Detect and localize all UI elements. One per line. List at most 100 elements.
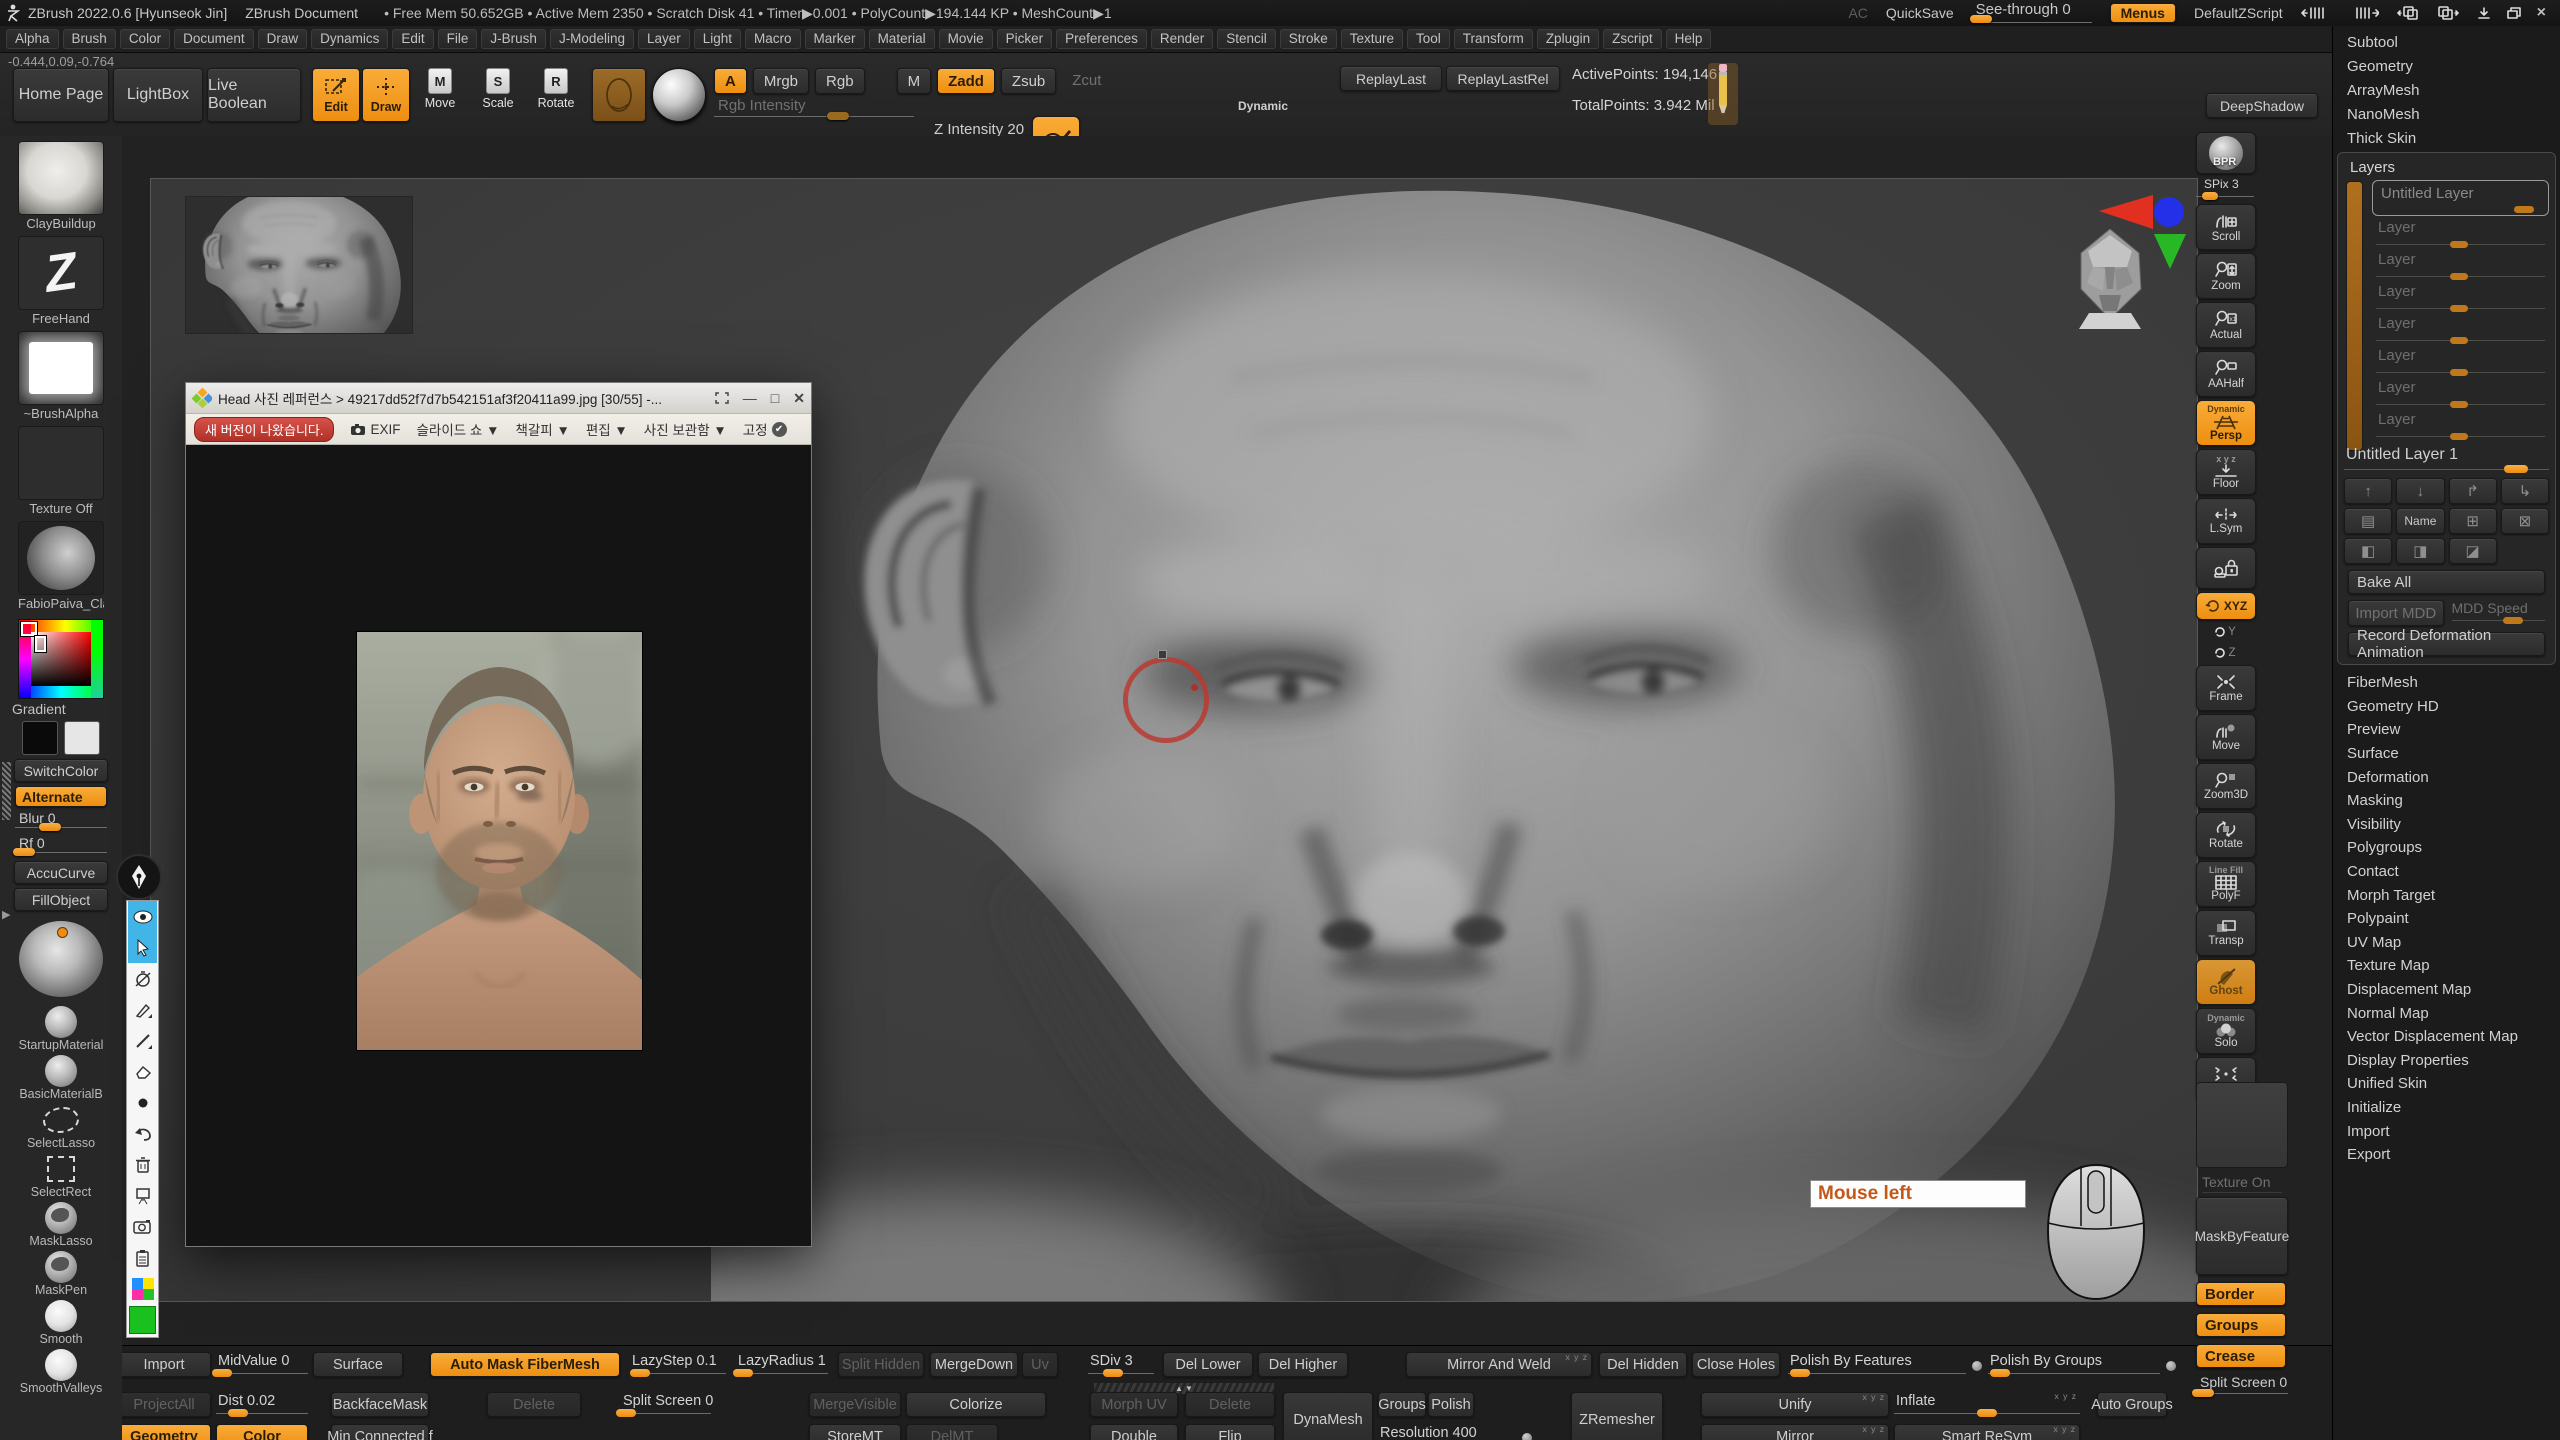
- paste-doc-icon[interactable]: [2437, 5, 2459, 21]
- exif-button[interactable]: EXIF: [350, 422, 400, 437]
- bake-all-button[interactable]: Bake All: [2348, 570, 2545, 594]
- menu-item[interactable]: Alpha: [6, 29, 59, 49]
- redo-history-icon[interactable]: [2349, 6, 2379, 20]
- zoom3d-button[interactable]: Zoom3D: [2196, 763, 2256, 809]
- replay-last-rel-button[interactable]: ReplayLastRel: [1446, 66, 1560, 91]
- copy-doc-icon[interactable]: [2397, 5, 2419, 21]
- z-rotation-button[interactable]: Z: [2196, 644, 2254, 662]
- rotate-mode-button[interactable]: R Rotate: [530, 68, 582, 120]
- color-picker[interactable]: [18, 619, 104, 699]
- layer-row-selected[interactable]: Untitled Layer: [2372, 180, 2549, 216]
- palette-section[interactable]: Displacement Map: [2333, 978, 2560, 1002]
- tool-control[interactable]: Groups: [1378, 1392, 1426, 1417]
- tool-control[interactable]: MergeVisible: [809, 1392, 901, 1417]
- menu-item[interactable]: Layer: [638, 29, 690, 49]
- secondary-color-swatch[interactable]: [64, 721, 100, 755]
- pencil-widget[interactable]: [1708, 63, 1738, 125]
- actual-button[interactable]: x1Actual: [2196, 302, 2256, 348]
- layer-action-button[interactable]: ↱: [2449, 478, 2497, 504]
- palette-section[interactable]: ArrayMesh: [2333, 78, 2560, 102]
- brush-tile[interactable]: FreeHand: [18, 236, 104, 326]
- stroke-preview-sphere[interactable]: [19, 921, 103, 997]
- tool-control[interactable]: ZRemesher: [1571, 1392, 1663, 1440]
- palette-section[interactable]: FiberMesh: [2333, 671, 2560, 695]
- mask-by-feature-button[interactable]: MaskByFeature: [2196, 1197, 2288, 1275]
- main-color-swatch[interactable]: [22, 721, 58, 755]
- ghost-button[interactable]: Ghost: [2196, 959, 2256, 1005]
- layers-intensity-bar[interactable]: [2346, 181, 2363, 451]
- tool-tile[interactable]: SelectLasso: [18, 1104, 104, 1150]
- menu-item[interactable]: Texture: [1341, 29, 1403, 49]
- timer-tool[interactable]: [128, 963, 157, 994]
- brush-tile[interactable]: ~BrushAlpha: [18, 331, 104, 421]
- screenshot-tool[interactable]: [128, 1211, 157, 1242]
- palette-section[interactable]: Contact: [2333, 860, 2560, 884]
- transparency-button[interactable]: Transp: [2196, 910, 2256, 956]
- layer-action-button[interactable]: ◨: [2396, 538, 2444, 564]
- menus-button[interactable]: Menus: [2110, 3, 2176, 23]
- deepshadow-button[interactable]: DeepShadow: [2206, 93, 2318, 118]
- layers-header[interactable]: Layers: [2344, 157, 2549, 180]
- layer-action-button[interactable]: ⊠: [2501, 508, 2549, 534]
- layer-row[interactable]: Layer: [2372, 218, 2549, 250]
- tool-tile[interactable]: Smooth: [18, 1300, 104, 1346]
- layer-intensity-track[interactable]: [2376, 244, 2545, 245]
- layer-intensity-track[interactable]: [2376, 276, 2545, 277]
- palette-section[interactable]: Masking: [2333, 789, 2560, 813]
- menu-item[interactable]: Zscript: [1603, 29, 1662, 49]
- epicpen-badge[interactable]: [116, 854, 162, 900]
- live-boolean-button[interactable]: Live Boolean: [207, 68, 301, 122]
- layer-action-button[interactable]: ▤: [2344, 508, 2392, 534]
- tool-control[interactable]: Del Lower: [1163, 1352, 1253, 1377]
- clear-trash-tool[interactable]: [128, 1149, 157, 1180]
- layer-intensity-track[interactable]: [2376, 404, 2545, 405]
- move-mode-button[interactable]: M Move: [414, 68, 466, 120]
- palette-section[interactable]: Unified Skin: [2333, 1072, 2560, 1096]
- layer-action-button[interactable]: ↑: [2344, 478, 2392, 504]
- layer-intensity-track[interactable]: [2376, 340, 2545, 341]
- tool-control[interactable]: Auto Groups: [2097, 1392, 2167, 1417]
- rotate-3d-button[interactable]: Rotate: [2196, 812, 2256, 858]
- tool-control[interactable]: Min Connected f: [331, 1424, 429, 1440]
- menu-item[interactable]: Render: [1151, 29, 1213, 49]
- tool-control[interactable]: Polish By Groups: [1988, 1352, 2160, 1377]
- tool-control[interactable]: Split Screen 0: [621, 1392, 711, 1417]
- record-deformation-button[interactable]: Record Deformation Animation: [2348, 632, 2545, 656]
- tool-control[interactable]: Uv: [1022, 1352, 1058, 1377]
- layer-row[interactable]: Layer: [2372, 314, 2549, 346]
- menu-item[interactable]: Brush: [63, 29, 116, 49]
- blur-slider[interactable]: Blur 0: [15, 810, 107, 832]
- tool-control[interactable]: Double: [1090, 1424, 1178, 1440]
- active-color-swatch[interactable]: [129, 1306, 156, 1334]
- tool-control[interactable]: StoreMT: [809, 1424, 901, 1440]
- bpr-render-button[interactable]: BPR: [2196, 132, 2256, 174]
- layer-row[interactable]: Layer: [2372, 346, 2549, 378]
- tool-tile[interactable]: BasicMaterialB: [18, 1055, 104, 1101]
- tool-control[interactable]: Dist 0.02: [216, 1392, 308, 1417]
- tool-control[interactable]: MidValue 0: [216, 1352, 308, 1377]
- tool-tile[interactable]: MaskPen: [18, 1251, 104, 1297]
- fullscreen-icon[interactable]: [715, 392, 729, 404]
- m-button[interactable]: M: [897, 68, 932, 94]
- zoom-button[interactable]: Zoom: [2196, 253, 2256, 299]
- tool-control[interactable]: x y zMirror: [1701, 1424, 1889, 1440]
- a-button[interactable]: A: [714, 68, 747, 94]
- home-page-button[interactable]: Home Page: [13, 68, 109, 122]
- floor-button[interactable]: x y zFloor: [2196, 449, 2256, 495]
- zcut-button[interactable]: Zcut: [1062, 68, 1111, 92]
- tool-control[interactable]: Del Higher: [1258, 1352, 1348, 1377]
- close-icon[interactable]: ×: [2537, 4, 2546, 22]
- xyz-rotation-button[interactable]: XYZ: [2196, 592, 2256, 620]
- tool-control[interactable]: LazyStep 0.1: [630, 1352, 726, 1377]
- menu-item[interactable]: Stencil: [1217, 29, 1276, 49]
- palette-section[interactable]: Initialize: [2333, 1096, 2560, 1120]
- spix-slider[interactable]: SPix 3: [2196, 177, 2254, 201]
- material-preview-button[interactable]: [652, 68, 706, 122]
- menu-item[interactable]: Document: [174, 29, 254, 49]
- split-screen-slider[interactable]: Split Screen 0: [2196, 1374, 2288, 1398]
- palette-section[interactable]: Export: [2333, 1143, 2560, 1167]
- menu-item[interactable]: Zplugin: [1537, 29, 1599, 49]
- tool-control[interactable]: ProjectAll: [117, 1392, 211, 1417]
- persp-button[interactable]: DynamicPersp: [2196, 400, 2256, 446]
- line-tool[interactable]: [128, 1025, 157, 1056]
